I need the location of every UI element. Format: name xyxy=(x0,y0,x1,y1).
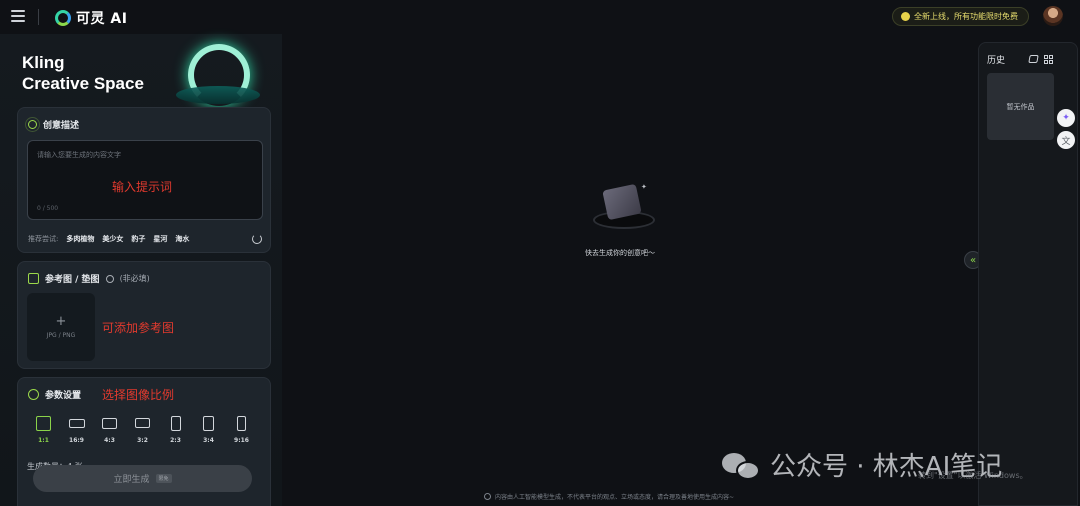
coin-icon xyxy=(901,12,910,21)
ratio-label: 3:2 xyxy=(137,437,148,444)
hero-water-graphic xyxy=(176,86,260,104)
prompt-card-title: 创意描述 xyxy=(43,121,80,131)
layers-icon[interactable] xyxy=(1028,55,1039,63)
header-divider xyxy=(38,9,39,25)
promo-notice-text: 全新上线，所有功能限时免费 xyxy=(914,12,1018,21)
hero-title-line2: Creative Space xyxy=(22,74,144,93)
ratio-option-1-1[interactable]: 1:1 xyxy=(27,416,60,444)
reference-card-header: 参考图 / 垫图 (非必填) xyxy=(28,272,150,285)
plus-icon: + xyxy=(55,314,67,329)
ratio-shape xyxy=(170,416,181,431)
suggestion-chip[interactable]: 多肉植物 xyxy=(66,234,94,244)
sparkle-icon: ✦ xyxy=(641,183,647,191)
empty-state-icon: ✦ xyxy=(593,183,659,233)
prompt-char-counter: 0 / 500 xyxy=(37,205,59,212)
ratio-shape xyxy=(68,419,85,428)
history-title: 历史 xyxy=(987,56,1006,66)
wechat-icon xyxy=(722,449,762,481)
ratio-label: 16:9 xyxy=(69,437,84,444)
upload-format-hint: JPG / PNG xyxy=(46,332,76,339)
history-empty-placeholder: 暂无作品 xyxy=(987,73,1054,140)
ratio-label: 3:4 xyxy=(203,437,214,444)
suggestion-chip[interactable]: 豹子 xyxy=(131,234,145,244)
suggestion-chip[interactable]: 海水 xyxy=(175,234,189,244)
promo-notice[interactable]: 全新上线，所有功能限时免费 xyxy=(892,7,1029,26)
footer-disclaimer-text: 内容由人工智能模型生成，不代表平台的观点、立场或态度，请合理及善地使用生成内容~ xyxy=(495,494,735,501)
params-card-title: 参数设置 xyxy=(45,391,82,401)
params-card-header: 参数设置 xyxy=(28,388,81,401)
ai-assistant-float-button[interactable]: ✦ xyxy=(1057,109,1075,127)
ratio-shape xyxy=(135,418,150,428)
suggestion-row: 推荐尝试: 多肉植物 美少女 豹子 星河 海水 xyxy=(28,234,189,244)
suggestion-chip[interactable]: 美少女 xyxy=(102,234,123,244)
avatar[interactable] xyxy=(1043,6,1063,26)
hero-title-line1: Kling xyxy=(22,53,65,72)
reference-card-title: 参考图 / 垫图 xyxy=(45,275,100,285)
refresh-icon[interactable] xyxy=(252,234,262,244)
ratio-label: 9:16 xyxy=(234,437,249,444)
free-badge: 限免 xyxy=(155,474,172,483)
empty-state-text: 快去生成你的创意吧～ xyxy=(585,249,655,257)
info-icon[interactable] xyxy=(105,274,114,283)
params-annotation: 选择图像比例 xyxy=(102,388,175,402)
optional-label: (非必填) xyxy=(119,274,150,283)
hero-title: Kling Creative Space xyxy=(22,52,144,94)
ratio-shape xyxy=(36,416,51,431)
logo-text: 可灵 AI xyxy=(76,11,128,27)
suggestion-label: 推荐尝试: xyxy=(28,235,59,243)
app-logo[interactable]: 可灵 AI xyxy=(55,8,127,28)
menu-icon[interactable] xyxy=(11,10,25,22)
settings-icon xyxy=(28,389,39,400)
ratio-shape xyxy=(102,418,117,429)
prompt-card: 创意描述 请输入您要生成的内容文字 0 / 500 输入提示词 推荐尝试: 多肉… xyxy=(17,107,271,253)
ratio-label: 4:3 xyxy=(104,437,115,444)
ratio-option-9-16[interactable]: 9:16 xyxy=(225,416,258,444)
windows-activation-text: 转到"设置"以激活 Windows。 xyxy=(918,471,1028,480)
ratio-option-3-4[interactable]: 3:4 xyxy=(192,416,225,444)
ratio-option-2-3[interactable]: 2:3 xyxy=(159,416,192,444)
top-bar: 可灵 AI 全新上线，所有功能限时免费 xyxy=(0,0,1080,34)
generate-button[interactable]: 立即生成 限免 xyxy=(33,465,252,492)
history-empty-text: 暂无作品 xyxy=(1006,102,1035,111)
ratio-label: 1:1 xyxy=(38,437,49,444)
reference-annotation: 可添加参考图 xyxy=(102,321,175,335)
left-panel: Kling Creative Space 创意描述 请输入您要生成的内容文字 0… xyxy=(0,34,282,506)
sparkle-icon xyxy=(28,120,37,129)
ratio-option-16-9[interactable]: 16:9 xyxy=(60,416,93,444)
prompt-annotation: 输入提示词 xyxy=(112,180,173,194)
ratio-option-4-3[interactable]: 4:3 xyxy=(93,416,126,444)
prompt-card-header: 创意描述 xyxy=(28,118,79,131)
grid-view-icon[interactable] xyxy=(1044,55,1053,64)
image-icon xyxy=(28,273,39,284)
info-icon xyxy=(484,493,491,500)
footer-disclaimer: 内容由人工智能模型生成，不代表平台的观点、立场或态度，请合理及善地使用生成内容~ xyxy=(484,492,734,501)
suggestion-chip[interactable]: 星河 xyxy=(153,234,167,244)
ratio-label: 2:3 xyxy=(170,437,181,444)
reference-card: 参考图 / 垫图 (非必填) + JPG / PNG 可添加参考图 xyxy=(17,261,271,369)
ratio-shape xyxy=(203,416,214,431)
hero-banner: Kling Creative Space xyxy=(0,34,282,110)
translate-float-button[interactable]: 文 xyxy=(1057,131,1075,149)
ratio-option-3-2[interactable]: 3:2 xyxy=(126,416,159,444)
aspect-ratio-selector: 1:1 16:9 4:3 3:2 2:3 3:4 9:16 xyxy=(27,416,258,444)
generate-button-label: 立即生成 xyxy=(113,475,150,485)
prompt-placeholder: 请输入您要生成的内容文字 xyxy=(37,151,121,159)
image-upload-area[interactable]: + JPG / PNG xyxy=(27,293,95,361)
logo-mark-icon xyxy=(55,10,71,26)
ratio-shape xyxy=(237,416,246,431)
